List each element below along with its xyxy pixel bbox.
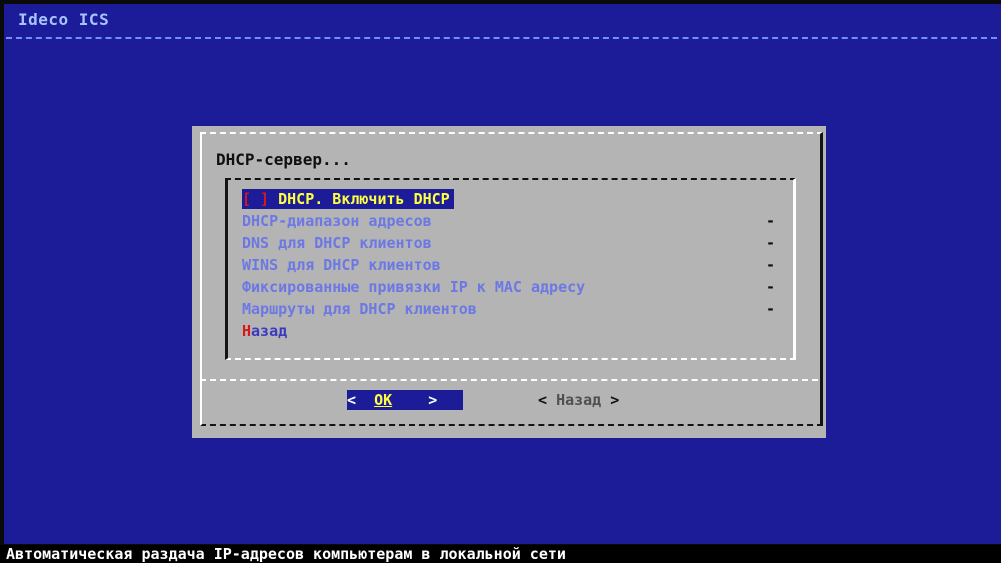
menu-item-label: Маршруты для DHCP клиентов [242, 300, 477, 318]
checkbox[interactable]: [ ] [242, 190, 269, 208]
hotkey-letter: Н [242, 322, 252, 340]
ok-label: OK [374, 391, 393, 409]
menu-item-dash: - [765, 234, 775, 252]
menu-item-enable-dhcp[interactable]: [ ] DHCP. Включить DHCP [242, 189, 454, 209]
menu-item-dash: - [765, 256, 775, 274]
title-divider [6, 37, 997, 39]
button-bracket-right: > [428, 391, 438, 409]
app-title: Ideco ICS [18, 10, 110, 29]
menu-item-label: DNS для DHCP клиентов [242, 234, 432, 252]
button-separator [200, 379, 818, 381]
menu-item-label: Фиксированные привязки IP к MAC адресу [242, 278, 586, 296]
menu-item-dash: - [765, 212, 775, 230]
button-bracket-right: > [610, 391, 620, 409]
menu-list: [ ] DHCP. Включить DHCP DHCP-диапазон ад… [225, 178, 796, 360]
menu-item-label: DHCP. Включить DHCP [278, 190, 450, 208]
menu-item-label: WINS для DHCP клиентов [242, 256, 441, 274]
screen: Ideco ICS DHCP-сервер... [ ] DHCP. Включ… [4, 4, 1001, 544]
dhcp-dialog: DHCP-сервер... [ ] DHCP. Включить DHCP D… [192, 126, 826, 438]
menu-item-back[interactable]: Назад [242, 321, 287, 341]
back-button[interactable]: < Назад > [538, 390, 619, 410]
button-bracket-left: < [538, 391, 548, 409]
menu-item-dns[interactable]: DNS для DHCP клиентов [242, 233, 432, 253]
menu-item-ip-mac-binding[interactable]: Фиксированные привязки IP к MAC адресу [242, 277, 585, 297]
button-bracket-left: < [347, 391, 357, 409]
menu-item-label: DHCP-диапазон адресов [242, 212, 432, 230]
menu-item-routes[interactable]: Маршруты для DHCP клиентов [242, 299, 477, 319]
menu-item-wins[interactable]: WINS для DHCP клиентов [242, 255, 441, 275]
menu-item-label: азад [251, 322, 288, 340]
ok-button[interactable]: < OK > [347, 390, 463, 410]
menu-item-dash: - [765, 300, 775, 318]
menu-item-dhcp-range[interactable]: DHCP-диапазон адресов [242, 211, 432, 231]
menu-item-dash: - [765, 278, 775, 296]
status-bar: Автоматическая раздача IP-адресов компью… [0, 545, 1001, 563]
back-label: Назад [556, 391, 602, 409]
dialog-title: DHCP-сервер... [216, 150, 351, 169]
